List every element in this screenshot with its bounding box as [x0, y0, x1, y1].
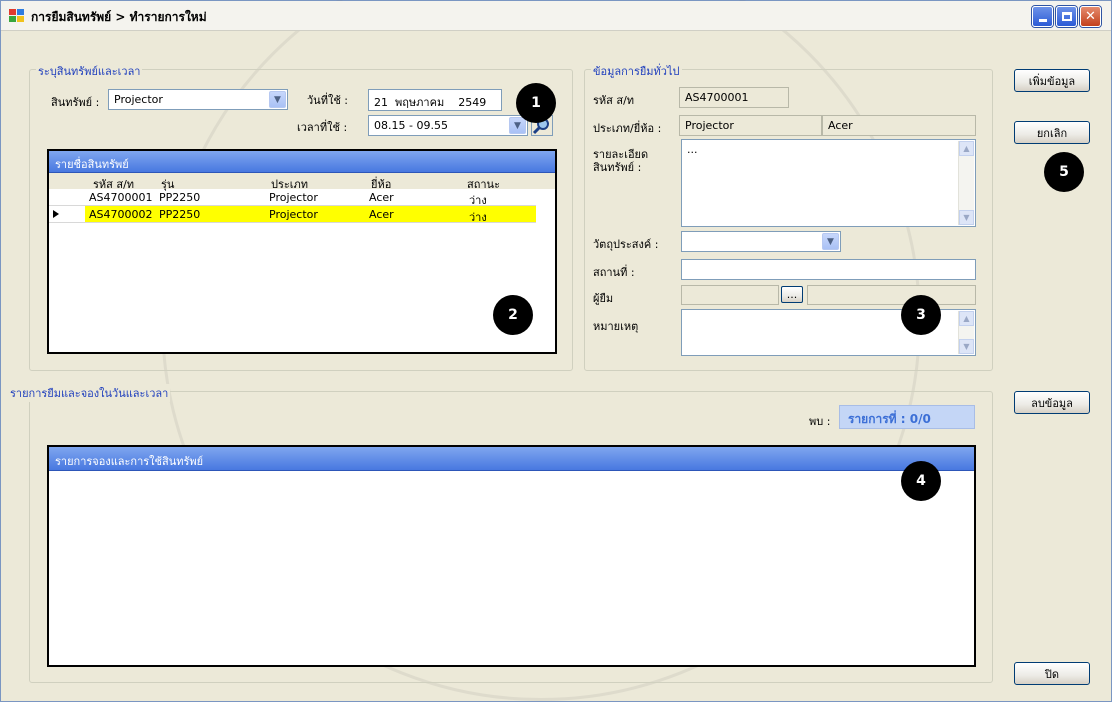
maximize-icon[interactable]	[1056, 6, 1077, 27]
asset-combo-value: Projector	[114, 93, 163, 106]
borrower-browse-button[interactable]: ...	[781, 286, 803, 303]
asset-time-group-title: ระบุสินทรัพย์และเวลา	[36, 62, 143, 80]
date-label: วันที่ใช้ :	[307, 94, 348, 107]
cell-type: Projector	[269, 191, 318, 204]
row-selector-icon	[53, 210, 59, 218]
cell-code: AS4700002	[89, 208, 153, 221]
table-row[interactable]: AS4700001 PP2250 Projector Acer ว่าง	[49, 189, 536, 207]
date-month: พฤษภาคม	[395, 96, 445, 109]
annotation-badge-1: 1	[516, 83, 556, 123]
time-combo[interactable]: 08.15 - 09.55 ▼	[368, 115, 528, 136]
annotation-badge-5: 5	[1044, 152, 1084, 192]
delete-button[interactable]: ลบข้อมูล	[1014, 391, 1090, 414]
purpose-label: วัตถุประสงค์ :	[593, 238, 659, 251]
title-bar: การยืมสินทรัพย์ > ทำรายการใหม่ ✕	[1, 1, 1111, 31]
detail-textarea[interactable]: ... ▲ ▼	[681, 139, 976, 227]
borrower-name-field	[807, 285, 976, 305]
add-button[interactable]: เพิ่มข้อมูล	[1014, 69, 1090, 92]
borrower-label: ผู้ยืม	[593, 292, 614, 305]
table-row[interactable]: AS4700002 PP2250 Projector Acer ว่าง	[49, 206, 536, 224]
asset-label: สินทรัพย์ :	[51, 96, 100, 109]
borrow-asset-window: การยืมสินทรัพย์ > ทำรายการใหม่ ✕ ระบุสิน…	[0, 0, 1112, 702]
cell-status: ว่าง	[469, 211, 487, 224]
date-year: 2549	[458, 96, 487, 109]
date-picker[interactable]: 21 พฤษภาคม 2549	[368, 89, 502, 111]
close-button[interactable]: ปิด	[1014, 662, 1090, 685]
booking-grid-caption: รายการจองและการใช้สินทรัพย์	[49, 447, 974, 471]
purpose-combo[interactable]: ▼	[681, 231, 841, 252]
asset-list-header: รหัส ส/ท รุ่น ประเภท ยี่ห้อ สถานะ	[49, 173, 555, 191]
found-value: รายการที่ : 0/0	[839, 405, 975, 429]
minimize-icon[interactable]	[1032, 6, 1053, 27]
annotation-badge-2: 2	[493, 295, 533, 335]
brand-field: Acer	[822, 115, 976, 136]
cell-brand: Acer	[369, 191, 394, 204]
detail-value: ...	[687, 143, 698, 156]
type-field: Projector	[679, 115, 822, 136]
annotation-badge-3: 3	[901, 295, 941, 335]
time-label: เวลาที่ใช้ :	[297, 121, 348, 134]
window-title: การยืมสินทรัพย์ > ทำรายการใหม่	[31, 10, 207, 24]
cell-model: PP2250	[159, 191, 201, 204]
time-combo-value: 08.15 - 09.55	[374, 119, 448, 132]
place-field[interactable]	[681, 259, 976, 280]
borrower-id-field	[681, 285, 779, 305]
booking-group-title: รายการยืมและจองในวันและเวลา	[8, 384, 171, 402]
asset-list-grid: รายชื่อสินทรัพย์ รหัส ส/ท รุ่น ประเภท ยี…	[47, 149, 557, 354]
cancel-button[interactable]: ยกเลิก	[1014, 121, 1090, 144]
cell-brand: Acer	[369, 208, 394, 221]
place-label: สถานที่ :	[593, 266, 635, 279]
code-label: รหัส ส/ท	[593, 94, 635, 107]
detail-label-line2: สินทรัพย์ :	[593, 161, 642, 174]
note-label: หมายเหตุ	[593, 320, 639, 333]
cell-code: AS4700001	[89, 191, 153, 204]
detail-scrollbar[interactable]: ▲ ▼	[958, 141, 974, 225]
chevron-down-icon[interactable]: ▼	[269, 91, 286, 108]
date-day: 21	[374, 96, 388, 109]
cell-model: PP2250	[159, 208, 201, 221]
code-field: AS4700001	[679, 87, 789, 108]
app-icon	[9, 9, 25, 23]
note-scrollbar[interactable]: ▲ ▼	[958, 311, 974, 354]
asset-list-caption: รายชื่อสินทรัพย์	[49, 151, 555, 173]
type-brand-label: ประเภท/ยี่ห้อ :	[593, 122, 662, 135]
asset-combo[interactable]: Projector ▼	[108, 89, 288, 110]
chevron-down-icon[interactable]: ▼	[509, 117, 526, 134]
general-info-group-title: ข้อมูลการยืมทั่วไป	[591, 62, 682, 80]
close-icon[interactable]: ✕	[1080, 6, 1101, 27]
annotation-badge-4: 4	[901, 461, 941, 501]
booking-grid: รายการจองและการใช้สินทรัพย์	[47, 445, 976, 667]
cell-type: Projector	[269, 208, 318, 221]
chevron-down-icon[interactable]: ▼	[822, 233, 839, 250]
found-label: พบ :	[809, 415, 831, 428]
